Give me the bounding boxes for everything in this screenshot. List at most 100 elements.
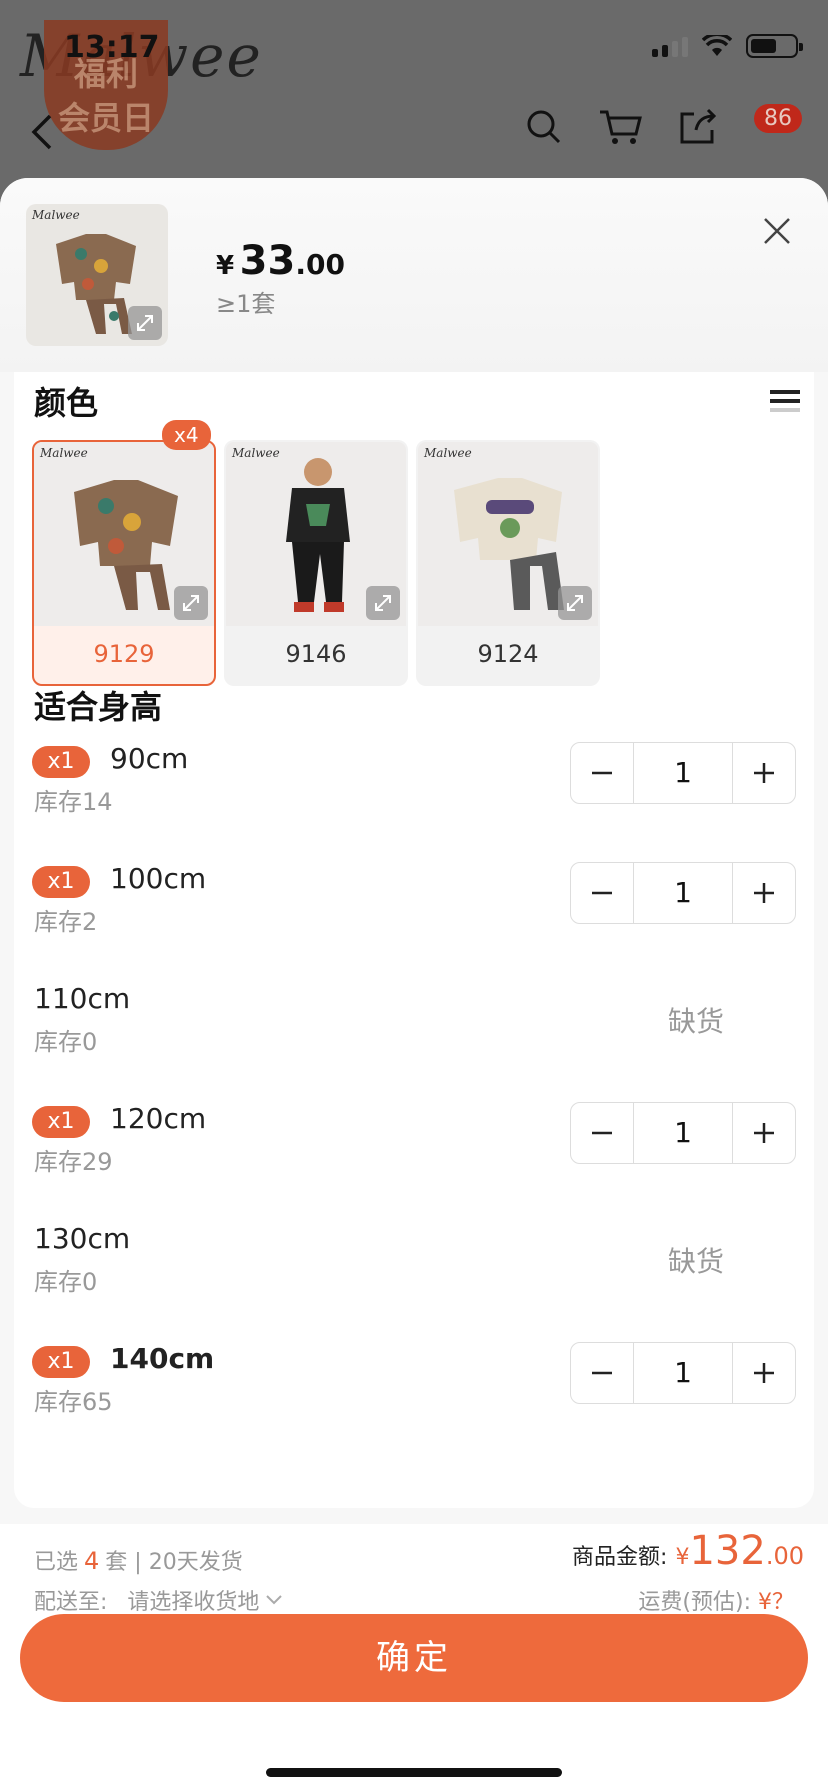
quantity-stepper: 1 xyxy=(570,742,796,804)
minus-icon xyxy=(592,1371,612,1375)
size-label: 130cm xyxy=(34,1222,131,1255)
qty-tag: x1 xyxy=(32,866,90,898)
color-option-9129[interactable]: Malwee 9129 xyxy=(32,440,216,686)
out-of-stock-label: 缺货 xyxy=(667,1245,724,1278)
quantity-stepper: 1 xyxy=(570,1342,796,1404)
quantity-value[interactable]: 1 xyxy=(633,863,733,923)
stock-label: 库存0 xyxy=(34,1268,98,1296)
min-order-qty: ≥1套 xyxy=(216,290,276,318)
freight-value: ¥？ xyxy=(758,1590,794,1615)
member-day-text: 福利 会员日 xyxy=(57,55,154,137)
minus-icon xyxy=(592,1131,612,1135)
goods-amount: 商品金额: ¥ 132.00 xyxy=(572,1528,804,1574)
qty-tag: x1 xyxy=(32,1106,90,1138)
ship-to-value: 请选择收货地 xyxy=(127,1590,260,1615)
size-label: 120cm xyxy=(110,1102,207,1135)
selected-prefix: 已选 xyxy=(34,1550,79,1575)
plus-icon xyxy=(754,883,774,903)
price-decimal: .00 xyxy=(295,248,345,281)
minus-button[interactable] xyxy=(571,863,633,923)
confirm-button[interactable]: 确定 xyxy=(20,1614,808,1702)
thumb-brand: Malwee xyxy=(32,208,80,222)
size-label: 140cm xyxy=(110,1342,215,1375)
order-footer: 已选 4 套 | 20天发货 配送至: 请选择收货地 商品金额: ¥ 132.00 … xyxy=(0,1524,828,1792)
swatch-brand: Malwee xyxy=(40,446,88,460)
sku-selector-sheet: Malwee ¥ 33.00 ≥1套 颜色 x4 Malwee 9129 Mal… xyxy=(0,178,828,1792)
out-of-stock-label: 缺货 xyxy=(667,1005,724,1038)
expand-icon[interactable] xyxy=(366,586,400,620)
plus-button[interactable] xyxy=(733,863,795,923)
quantity-stepper: 1 xyxy=(570,862,796,924)
quantity-value[interactable]: 1 xyxy=(633,1103,733,1163)
freight-label: 运费(预估): xyxy=(638,1590,751,1615)
size-row-130cm: 130cm 库存0 缺货 xyxy=(14,1222,814,1322)
signal-icon xyxy=(652,35,688,57)
plus-button[interactable] xyxy=(733,743,795,803)
color-option-9124[interactable]: Malwee 9124 xyxy=(416,440,600,686)
color-option-image: Malwee xyxy=(34,442,214,626)
color-option-label: 9146 xyxy=(285,640,347,668)
quantity-value[interactable]: 1 xyxy=(633,1343,733,1403)
amount-label: 商品金额: xyxy=(572,1545,668,1570)
stock-label: 库存2 xyxy=(34,908,98,936)
stock-label: 库存14 xyxy=(34,788,113,816)
qty-tag: x1 xyxy=(32,1346,90,1378)
minus-button[interactable] xyxy=(571,1103,633,1163)
price-integer: 33 xyxy=(239,238,296,284)
price-currency: ¥ xyxy=(216,251,235,281)
close-icon[interactable] xyxy=(762,216,792,250)
size-row-120cm: x1 120cm 库存29 1 xyxy=(14,1102,814,1202)
expand-icon[interactable] xyxy=(128,306,162,340)
plus-button[interactable] xyxy=(733,1103,795,1163)
ship-to-selector[interactable]: 配送至: 请选择收货地 xyxy=(34,1584,283,1616)
expand-icon[interactable] xyxy=(558,586,592,620)
size-row-110cm: 110cm 库存0 缺货 xyxy=(14,982,814,1082)
ship-to-label: 配送至: xyxy=(34,1590,108,1615)
cart-count-badge: 86 xyxy=(754,104,802,133)
back-icon[interactable] xyxy=(30,112,54,156)
size-row-90cm: x1 90cm 库存14 1 xyxy=(14,742,814,842)
selection-summary: 已选 4 套 | 20天发货 xyxy=(34,1544,243,1576)
list-view-icon[interactable] xyxy=(770,386,800,420)
stock-label: 库存0 xyxy=(34,1028,98,1056)
search-icon[interactable] xyxy=(526,109,562,149)
wifi-icon xyxy=(702,35,732,57)
status-icons xyxy=(652,34,803,58)
unit-price: ¥ 33.00 xyxy=(216,238,345,284)
color-section-title: 颜色 xyxy=(34,384,99,422)
product-thumbnail[interactable]: Malwee xyxy=(26,204,168,346)
quantity-stepper: 1 xyxy=(570,1102,796,1164)
qty-tag: x1 xyxy=(32,746,90,778)
selected-suffix: 套 | 20天发货 xyxy=(105,1550,243,1575)
plus-icon xyxy=(754,1123,774,1143)
quantity-value[interactable]: 1 xyxy=(633,743,733,803)
minus-button[interactable] xyxy=(571,743,633,803)
freight-estimate: 运费(预估): ¥？ xyxy=(638,1584,794,1616)
minus-icon xyxy=(592,771,612,775)
selected-count: 4 xyxy=(84,1547,100,1575)
amount-integer: 132 xyxy=(689,1528,766,1574)
cart-icon[interactable] xyxy=(598,108,642,150)
share-icon[interactable] xyxy=(678,108,718,150)
size-row-100cm: x1 100cm 库存2 1 xyxy=(14,862,814,962)
height-section-title: 适合身高 xyxy=(34,688,163,726)
minus-button[interactable] xyxy=(571,1343,633,1403)
color-option-image: Malwee xyxy=(418,442,598,626)
color-count-badge: x4 xyxy=(162,420,211,450)
plus-icon xyxy=(754,1363,774,1383)
home-indicator xyxy=(266,1768,562,1777)
color-option-9146[interactable]: Malwee 9146 xyxy=(224,440,408,686)
battery-icon xyxy=(746,34,803,58)
amount-decimal: .00 xyxy=(765,1542,804,1570)
size-label: 90cm xyxy=(110,742,189,775)
minus-icon xyxy=(592,891,612,895)
swatch-brand: Malwee xyxy=(424,446,472,460)
color-option-image: Malwee xyxy=(226,442,406,626)
size-label: 100cm xyxy=(110,862,207,895)
expand-icon[interactable] xyxy=(174,586,208,620)
amount-currency: ¥ xyxy=(675,1545,690,1570)
background-page: Malwee 福利 会员日 13:17 86 xyxy=(0,0,828,200)
plus-icon xyxy=(754,763,774,783)
size-row-140cm: x1 140cm 库存65 1 xyxy=(14,1342,814,1442)
plus-button[interactable] xyxy=(733,1343,795,1403)
